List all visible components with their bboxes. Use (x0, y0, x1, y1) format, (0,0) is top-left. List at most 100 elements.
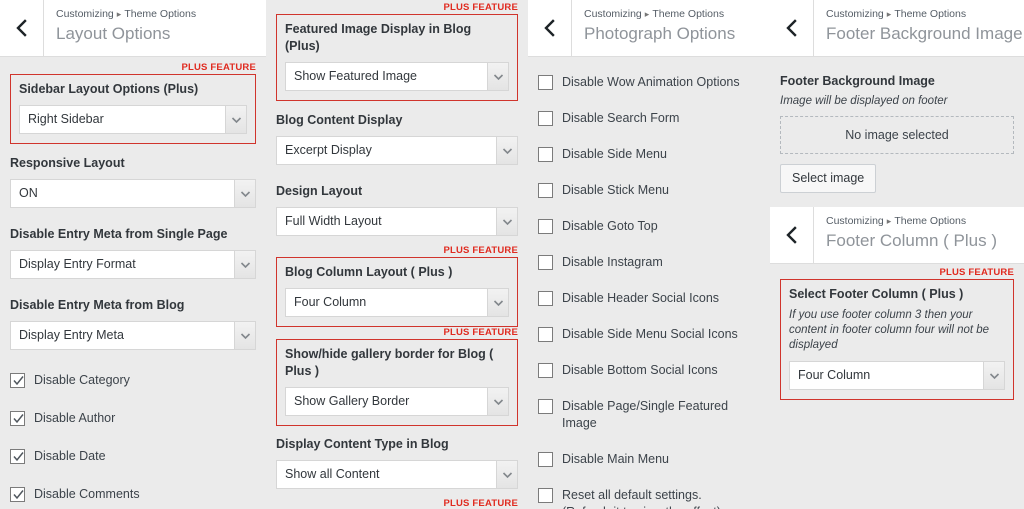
plus-feature-tag: PLUS FEATURE (276, 498, 518, 509)
checkbox-unchecked-icon[interactable] (538, 452, 553, 467)
breadcrumb-section[interactable]: Theme Options (652, 8, 724, 20)
checkbox-unchecked-icon[interactable] (538, 183, 553, 198)
checkbox-row-disable-search-form[interactable]: Disable Search Form (538, 110, 760, 127)
select-image-button[interactable]: Select image (780, 164, 876, 193)
panel-header-layout-options: Customizing▸Theme Options Layout Options (0, 0, 266, 57)
panel-header-text-layout-options: Customizing▸Theme Options Layout Options (44, 0, 266, 56)
checkbox-row-disable-page-single-featured-image[interactable]: Disable Page/Single Featured Image (538, 398, 760, 432)
field-disable-entry-meta-blog: Disable Entry Meta from Blog Display Ent… (10, 288, 256, 359)
back-button-photograph-options[interactable] (528, 0, 572, 56)
panel-header-text-footer-column: Customizing▸Theme Options Footer Column … (814, 207, 1024, 263)
back-button-footer-column[interactable] (770, 207, 814, 263)
panel-header-footer-column: Customizing▸Theme Options Footer Column … (770, 207, 1024, 264)
field-responsive-layout: Responsive Layout ON (10, 144, 256, 217)
select-value: Display Entry Format (11, 251, 234, 278)
media-placeholder[interactable]: No image selected (780, 116, 1014, 154)
breadcrumb-root[interactable]: Customizing (826, 8, 884, 20)
checkbox-row-disable-main-menu[interactable]: Disable Main Menu (538, 451, 760, 468)
panel-header-text-photograph-options: Customizing▸Theme Options Photograph Opt… (572, 0, 770, 56)
checkbox-unchecked-icon[interactable] (538, 363, 553, 378)
checkbox-unchecked-icon[interactable] (538, 111, 553, 126)
select-sidebar-layout[interactable]: Right Sidebar (19, 105, 247, 134)
select-design-layout[interactable]: Full Width Layout (276, 207, 518, 236)
checkbox-label: Disable Side Menu (562, 146, 667, 163)
checkbox-unchecked-icon[interactable] (538, 255, 553, 270)
select-blog-column-layout[interactable]: Four Column (285, 288, 509, 317)
field-gallery-border: Show/hide gallery border for Blog ( Plus… (276, 339, 518, 426)
checkbox-unchecked-icon[interactable] (538, 291, 553, 306)
panel-body-blog-options: PLUS FEATURE Featured Image Display in B… (266, 0, 528, 509)
breadcrumb-root[interactable]: Customizing (56, 8, 114, 20)
field-label: Disable Entry Meta from Single Page (10, 226, 256, 243)
select-disable-entry-meta-single-page[interactable]: Display Entry Format (10, 250, 256, 279)
checkbox-unchecked-icon[interactable] (538, 219, 553, 234)
select-gallery-border[interactable]: Show Gallery Border (285, 387, 509, 416)
checkbox-row-disable-instagram[interactable]: Disable Instagram (538, 254, 760, 271)
checkbox-row-disable-side-menu-social-icons[interactable]: Disable Side Menu Social Icons (538, 326, 760, 343)
back-button-layout-options[interactable] (0, 0, 44, 56)
select-responsive-layout[interactable]: ON (10, 179, 256, 208)
plus-feature-tag: PLUS FEATURE (10, 62, 256, 74)
chevron-down-icon (496, 208, 517, 235)
checkbox-row-disable-bottom-social-icons[interactable]: Disable Bottom Social Icons (538, 362, 760, 379)
breadcrumb-separator-icon: ▸ (884, 216, 895, 226)
checkbox-row-disable-date[interactable]: Disable Date (10, 448, 256, 465)
checkbox-row-disable-goto-top[interactable]: Disable Goto Top (538, 218, 760, 235)
checkbox-checked-icon[interactable] (10, 411, 25, 426)
checkbox-row-disable-author[interactable]: Disable Author (10, 410, 256, 427)
checkbox-row-disable-category[interactable]: Disable Category (10, 372, 256, 389)
checkbox-label: Disable Instagram (562, 254, 663, 271)
checkbox-unchecked-icon[interactable] (538, 147, 553, 162)
field-sidebar-layout-options: Sidebar Layout Options (Plus) Right Side… (10, 74, 256, 144)
field-label: Design Layout (276, 183, 518, 200)
breadcrumb-section[interactable]: Theme Options (894, 8, 966, 20)
checkbox-unchecked-icon[interactable] (538, 488, 553, 503)
plus-feature-tag: PLUS FEATURE (276, 327, 518, 339)
chevron-down-icon (234, 180, 255, 207)
select-value: Excerpt Display (277, 137, 496, 164)
field-blog-column-layout: Blog Column Layout ( Plus ) Four Column (276, 257, 518, 327)
checkbox-label: Disable Author (34, 410, 115, 427)
field-label: Blog Content Display (276, 112, 518, 129)
panel-header-footer-background-image: Customizing▸Theme Options Footer Backgro… (770, 0, 1024, 57)
checkbox-label: Disable Header Social Icons (562, 290, 719, 307)
checkbox-unchecked-icon[interactable] (538, 327, 553, 342)
checkbox-checked-icon[interactable] (10, 373, 25, 388)
checkbox-label: Disable Date (34, 448, 106, 465)
checkbox-unchecked-icon[interactable] (538, 399, 553, 414)
select-footer-column[interactable]: Four Column (789, 361, 1005, 390)
checkbox-row-disable-wow-animation[interactable]: Disable Wow Animation Options (538, 74, 760, 91)
panel-photograph-options: Customizing▸Theme Options Photograph Opt… (528, 0, 770, 509)
checkbox-checked-icon[interactable] (10, 487, 25, 502)
panel-footer-column: Customizing▸Theme Options Footer Column … (770, 207, 1024, 509)
breadcrumb-separator-icon: ▸ (642, 9, 653, 19)
select-value: ON (11, 180, 234, 207)
chevron-left-icon (543, 19, 556, 37)
plus-feature-tag: PLUS FEATURE (276, 2, 518, 14)
field-label: Display Content Type in Blog (276, 436, 518, 453)
field-disable-entry-meta-single-page: Disable Entry Meta from Single Page Disp… (10, 217, 256, 288)
select-blog-content-display[interactable]: Excerpt Display (276, 136, 518, 165)
checkbox-row-reset-all-default-settings[interactable]: Reset all default settings. (Refresh it … (538, 487, 760, 509)
checkbox-row-disable-comments[interactable]: Disable Comments (10, 486, 256, 503)
checkbox-row-disable-side-menu[interactable]: Disable Side Menu (538, 146, 760, 163)
field-select-footer-column: Select Footer Column ( Plus ) If you use… (780, 279, 1014, 400)
checkbox-unchecked-icon[interactable] (538, 75, 553, 90)
breadcrumb-root[interactable]: Customizing (584, 8, 642, 20)
breadcrumb-section[interactable]: Theme Options (894, 215, 966, 227)
chevron-down-icon (234, 322, 255, 349)
checkbox-row-disable-header-social-icons[interactable]: Disable Header Social Icons (538, 290, 760, 307)
checkbox-checked-icon[interactable] (10, 449, 25, 464)
breadcrumb-section[interactable]: Theme Options (124, 8, 196, 20)
chevron-down-icon (234, 251, 255, 278)
checkbox-label: Disable Comments (34, 486, 140, 503)
select-display-content-type[interactable]: Show all Content (276, 460, 518, 489)
back-button-footer-background-image[interactable] (770, 0, 814, 56)
select-disable-entry-meta-blog[interactable]: Display Entry Meta (10, 321, 256, 350)
chevron-down-icon (487, 289, 508, 316)
select-featured-image-display[interactable]: Show Featured Image (285, 62, 509, 91)
panel-body-layout-options: PLUS FEATURE Sidebar Layout Options (Plu… (0, 57, 266, 503)
breadcrumb-root[interactable]: Customizing (826, 215, 884, 227)
checkbox-row-disable-stick-menu[interactable]: Disable Stick Menu (538, 182, 760, 199)
checkbox-list-layout-options: Disable Category Disable Author (10, 372, 256, 503)
